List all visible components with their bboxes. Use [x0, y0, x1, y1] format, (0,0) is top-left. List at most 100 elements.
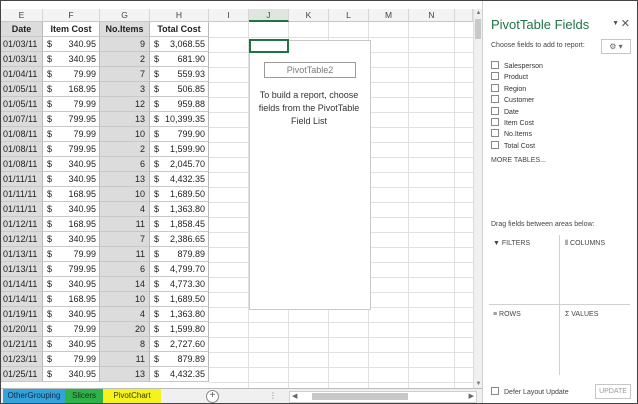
cell-item-cost[interactable]: $340.95 — [43, 232, 100, 247]
cell-no-items[interactable]: 10 — [100, 292, 150, 307]
checkbox-icon[interactable] — [491, 95, 499, 104]
column-header-j[interactable]: J — [249, 9, 289, 22]
plus-icon[interactable]: + — [206, 390, 219, 403]
checkbox-icon[interactable] — [491, 140, 499, 149]
cell-no-items[interactable]: 13 — [100, 112, 150, 127]
pivot-table-placeholder[interactable] — [249, 40, 371, 310]
cell-total-cost[interactable]: $10,399.35 — [150, 112, 209, 127]
cell-no-items[interactable]: 11 — [100, 352, 150, 367]
active-cell[interactable] — [249, 39, 289, 53]
cell-total-cost[interactable]: $1,599.90 — [150, 142, 209, 157]
column-header-i[interactable]: I — [209, 9, 249, 22]
cell-item-cost[interactable]: $799.95 — [43, 142, 100, 157]
worksheet-grid[interactable]: E F G H I J K L M N Date Item Cost No.It… — [1, 1, 473, 388]
cell-date[interactable]: 01/13/11 — [1, 262, 43, 277]
sheet-tab-pivotchart[interactable]: PivotChart — [103, 389, 161, 403]
cell-date[interactable]: 01/03/11 — [1, 37, 43, 52]
cell-item-cost[interactable]: $340.95 — [43, 157, 100, 172]
cell-no-items[interactable]: 11 — [100, 247, 150, 262]
cell-item-cost[interactable]: $168.95 — [43, 82, 100, 97]
cell-no-items[interactable]: 6 — [100, 157, 150, 172]
cell-total-cost[interactable]: $879.89 — [150, 247, 209, 262]
cell-date[interactable]: 01/23/11 — [1, 352, 43, 367]
cell-no-items[interactable]: 9 — [100, 37, 150, 52]
field-customer[interactable]: Customer — [491, 95, 543, 106]
field-date[interactable]: Date — [491, 106, 543, 118]
sheet-tab-othergrouping[interactable]: OtherGrouping — [3, 389, 65, 403]
cell-total-cost[interactable]: $4,432.35 — [150, 172, 209, 187]
cell-item-cost[interactable]: $168.95 — [43, 292, 100, 307]
cell-no-items[interactable]: 13 — [100, 367, 150, 382]
header-date[interactable]: Date — [1, 22, 43, 37]
cell-item-cost[interactable]: $799.95 — [43, 112, 100, 127]
cell-date[interactable]: 01/11/11 — [1, 202, 43, 217]
more-tables-link[interactable]: MORE TABLES... — [491, 157, 546, 164]
gear-icon[interactable]: ⚙ ▾ — [601, 39, 631, 54]
cell-total-cost[interactable]: $1,689.50 — [150, 187, 209, 202]
cell-date[interactable]: 01/21/11 — [1, 337, 43, 352]
cell-no-items[interactable]: 2 — [100, 52, 150, 67]
cell-total-cost[interactable]: $799.90 — [150, 127, 209, 142]
cell-no-items[interactable]: 11 — [100, 217, 150, 232]
cell-date[interactable]: 01/19/11 — [1, 307, 43, 322]
cell-total-cost[interactable]: $559.93 — [150, 67, 209, 82]
cell-total-cost[interactable]: $681.90 — [150, 52, 209, 67]
cell-item-cost[interactable]: $79.99 — [43, 67, 100, 82]
field-region[interactable]: Region — [491, 83, 543, 95]
cell-item-cost[interactable]: $340.95 — [43, 37, 100, 52]
cell-total-cost[interactable]: $3,068.55 — [150, 37, 209, 52]
checkbox-icon[interactable] — [491, 129, 499, 138]
scrollbar-thumb[interactable] — [475, 19, 481, 39]
cell-item-cost[interactable]: $340.95 — [43, 367, 100, 382]
cell-total-cost[interactable]: $4,799.70 — [150, 262, 209, 277]
filters-area[interactable]: ▼ FILTERS — [493, 240, 530, 247]
cell-date[interactable]: 01/05/11 — [1, 97, 43, 112]
cell-date[interactable]: 01/03/11 — [1, 52, 43, 67]
horizontal-scrollbar[interactable]: ◀ ▶ — [289, 391, 477, 403]
checkbox-icon[interactable] — [491, 106, 499, 115]
cell-date[interactable]: 01/07/11 — [1, 112, 43, 127]
cell-date[interactable]: 01/13/11 — [1, 247, 43, 262]
cell-total-cost[interactable]: $506.85 — [150, 82, 209, 97]
cell-no-items[interactable]: 10 — [100, 127, 150, 142]
cell-no-items[interactable]: 6 — [100, 262, 150, 277]
cell-date[interactable]: 01/08/11 — [1, 142, 43, 157]
cell-total-cost[interactable]: $4,773.30 — [150, 277, 209, 292]
cell-date[interactable]: 01/08/11 — [1, 127, 43, 142]
checkbox-icon[interactable] — [491, 83, 499, 92]
cell-date[interactable]: 01/25/11 — [1, 367, 43, 382]
column-header-e[interactable]: E — [1, 9, 43, 22]
cell-no-items[interactable]: 7 — [100, 232, 150, 247]
cell-no-items[interactable]: 2 — [100, 142, 150, 157]
cell-item-cost[interactable]: $79.99 — [43, 97, 100, 112]
cell-total-cost[interactable]: $879.89 — [150, 352, 209, 367]
cell-date[interactable]: 01/12/11 — [1, 217, 43, 232]
cell-total-cost[interactable]: $2,386.65 — [150, 232, 209, 247]
column-header-h[interactable]: H — [150, 9, 209, 22]
checkbox-icon[interactable] — [491, 117, 499, 126]
cell-item-cost[interactable]: $340.95 — [43, 277, 100, 292]
cell-no-items[interactable]: 4 — [100, 202, 150, 217]
cell-no-items[interactable]: 7 — [100, 67, 150, 82]
cell-date[interactable]: 01/12/11 — [1, 232, 43, 247]
cell-date[interactable]: 01/11/11 — [1, 187, 43, 202]
cell-no-items[interactable]: 13 — [100, 172, 150, 187]
cell-no-items[interactable]: 4 — [100, 307, 150, 322]
column-header-m[interactable]: M — [369, 9, 409, 22]
cell-item-cost[interactable]: $340.95 — [43, 52, 100, 67]
cell-no-items[interactable]: 20 — [100, 322, 150, 337]
field-no-items[interactable]: No.Items — [491, 129, 543, 140]
header-total-cost[interactable]: Total Cost — [150, 22, 209, 37]
scroll-right-icon[interactable]: ▶ — [469, 392, 474, 402]
more-icon[interactable]: ⋮ — [269, 391, 277, 400]
cell-no-items[interactable]: 8 — [100, 337, 150, 352]
cell-no-items[interactable]: 12 — [100, 97, 150, 112]
pane-options-chevron-icon[interactable]: ▼ — [612, 20, 619, 27]
scrollbar-thumb[interactable] — [312, 393, 408, 400]
cell-date[interactable]: 01/14/11 — [1, 292, 43, 307]
checkbox-icon[interactable] — [491, 387, 499, 395]
cell-total-cost[interactable]: $1,689.50 — [150, 292, 209, 307]
cell-item-cost[interactable]: $79.99 — [43, 127, 100, 142]
cell-no-items[interactable]: 14 — [100, 277, 150, 292]
field-item-cost[interactable]: Item Cost — [491, 117, 543, 129]
